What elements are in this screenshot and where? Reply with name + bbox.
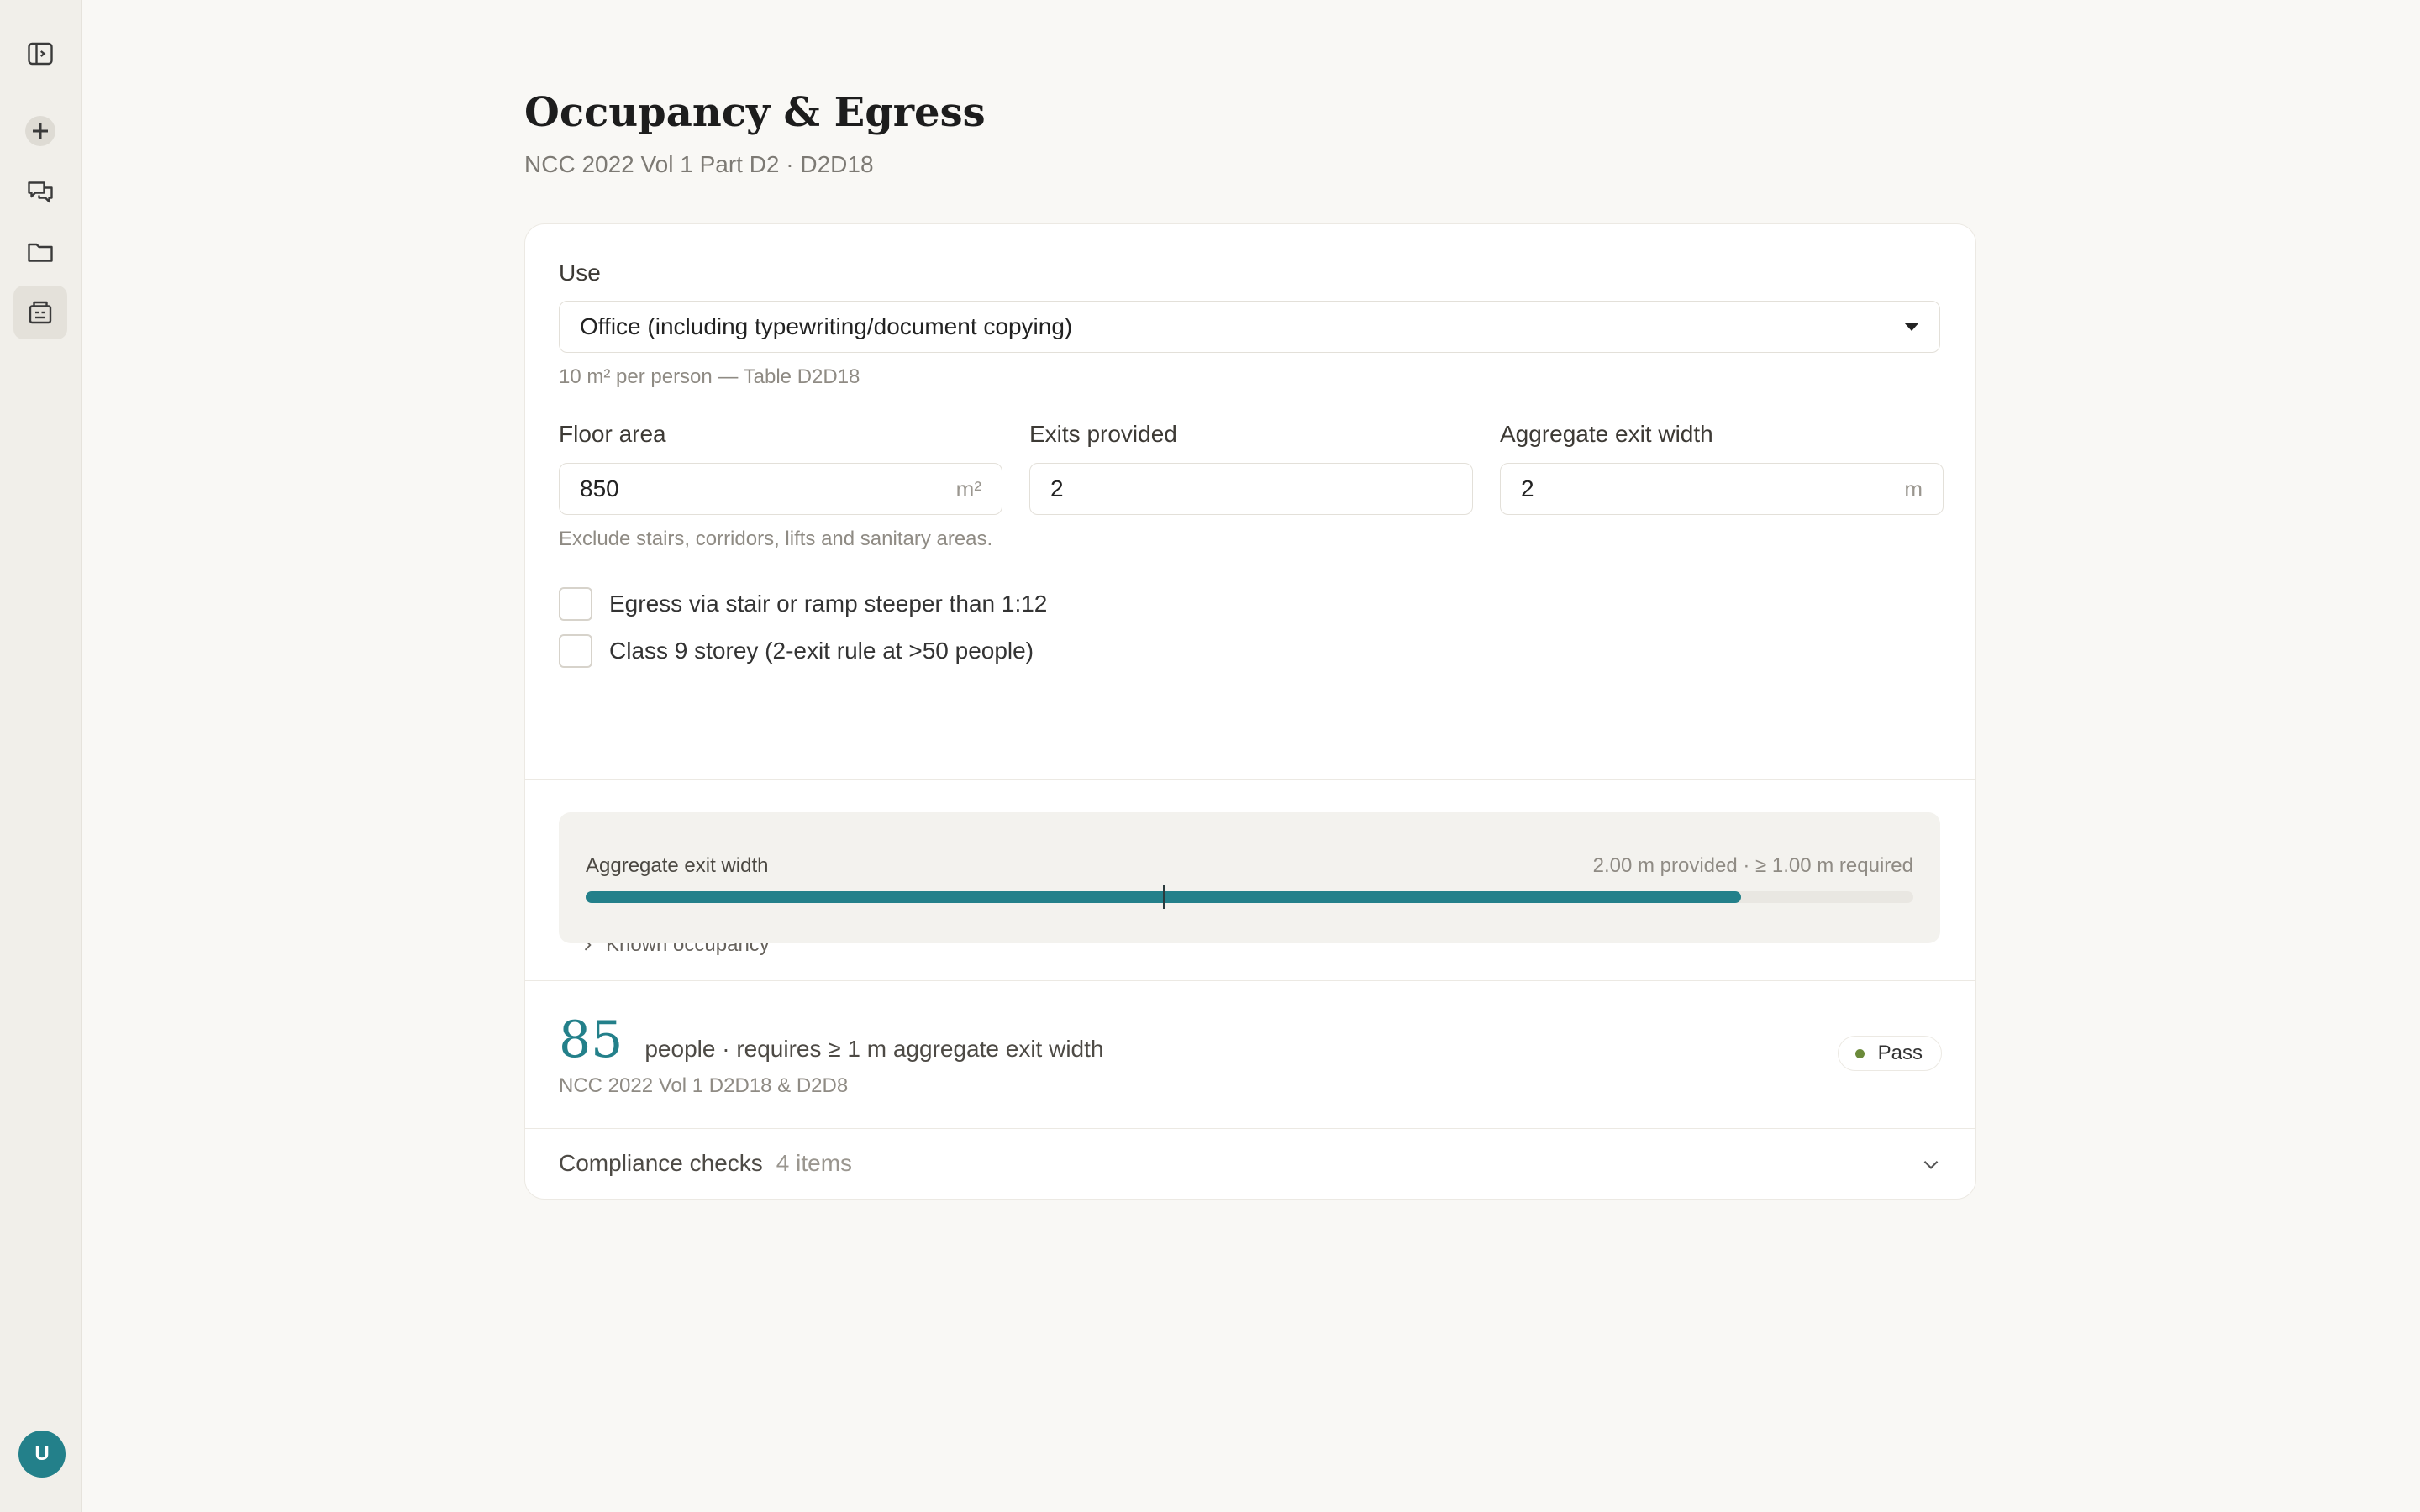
new-chat-button[interactable]: [13, 104, 67, 158]
class9-checkbox[interactable]: [559, 634, 592, 668]
occupant-count: 85: [559, 1011, 623, 1069]
floor-area-hint: Exclude stairs, corridors, lifts and san…: [559, 528, 993, 550]
steep-stair-checkbox[interactable]: [559, 587, 592, 621]
use-label: Use: [559, 260, 601, 286]
exit-width-meter: Aggregate exit width 2.00 m provided · ≥…: [559, 812, 1940, 943]
steep-stair-checkbox-row[interactable]: Egress via stair or ramp steeper than 1:…: [559, 587, 1047, 621]
use-hint: 10 m² per person — Table D2D18: [559, 365, 860, 388]
exits-label: Exits provided: [1029, 421, 1177, 447]
sidebar: U: [0, 0, 82, 1512]
use-select[interactable]: Office (including typewriting/document c…: [559, 301, 1940, 353]
meter-readout: 2.00 m provided · ≥ 1.00 m required: [1592, 854, 1913, 877]
required-marker: [1163, 885, 1166, 909]
compliance-checks-toggle[interactable]: Compliance checks 4 items: [525, 1128, 1975, 1199]
aggregate-width-value: 2: [1521, 475, 1534, 501]
page-title: Occupancy & Egress: [524, 89, 986, 136]
calculator-card: Use Office (including typewriting/docume…: [524, 223, 1976, 1200]
page-subtitle: NCC 2022 Vol 1 Part D2 · D2D18: [524, 151, 874, 177]
inputs-section: Use Office (including typewriting/docume…: [525, 224, 1975, 956]
projects-button[interactable]: [13, 225, 67, 279]
sidebar-toggle-icon: [28, 42, 53, 66]
aggregate-width-label: Aggregate exit width: [1500, 421, 1713, 447]
floor-area-value: 850: [580, 475, 619, 501]
aggregate-width-input[interactable]: 2 m: [1500, 463, 1944, 515]
class9-checkbox-row[interactable]: Class 9 storey (2-exit rule at >50 peopl…: [559, 634, 1034, 668]
chats-button[interactable]: [13, 165, 67, 218]
floor-area-unit: m²: [955, 475, 981, 501]
exit-width-meter-section: Aggregate exit width 2.00 m provided · ≥…: [525, 779, 1975, 981]
compliance-title: Compliance checks: [559, 1150, 763, 1176]
floor-area-label: Floor area: [559, 421, 666, 447]
result-description: people · requires ≥ 1 m aggregate exit w…: [644, 1036, 1104, 1062]
use-select-value: Office (including typewriting/document c…: [580, 313, 1073, 339]
plus-icon: [25, 116, 55, 146]
result-line: 85 people · requires ≥ 1 m aggregate exi…: [559, 1011, 1103, 1069]
status-dot-icon: [1854, 1048, 1865, 1058]
class9-checkbox-label: Class 9 storey (2-exit rule at >50 peopl…: [609, 638, 1034, 664]
chat-bubbles-icon: [28, 181, 53, 203]
exits-input[interactable]: 2: [1029, 463, 1473, 515]
compliance-count: 4 items: [776, 1150, 853, 1176]
calculator-icon: [29, 301, 52, 324]
chevron-down-icon: [1923, 1160, 1939, 1169]
steep-stair-checkbox-label: Egress via stair or ramp steeper than 1:…: [609, 591, 1048, 617]
floor-area-input[interactable]: 850 m²: [559, 463, 1002, 515]
meter-label: Aggregate exit width: [586, 854, 769, 877]
meter-track: [586, 885, 1913, 909]
exits-value: 2: [1050, 475, 1064, 501]
aggregate-width-unit: m: [1904, 475, 1923, 501]
folder-icon: [28, 243, 53, 262]
result-section: 85 people · requires ≥ 1 m aggregate exi…: [525, 980, 1975, 1129]
caret-down-icon: [1904, 323, 1919, 331]
result-reference: NCC 2022 Vol 1 D2D18 & D2D8: [559, 1074, 849, 1097]
tools-button[interactable]: [13, 286, 67, 339]
sidebar-toggle-button[interactable]: [13, 27, 67, 81]
status-badge: Pass: [1837, 1036, 1942, 1071]
user-avatar[interactable]: U: [18, 1431, 66, 1478]
status-text: Pass: [1877, 1042, 1923, 1064]
